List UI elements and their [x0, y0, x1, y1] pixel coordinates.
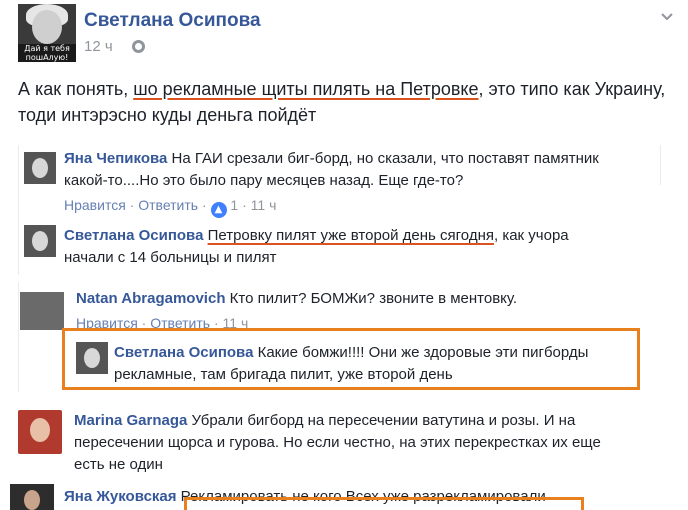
comment: Светлана Осипова Петровку пилят уже втор…: [64, 225, 604, 269]
comment-author[interactable]: Marina Garnaga: [74, 412, 187, 429]
thread-divider: [18, 145, 19, 275]
comment-author[interactable]: Светлана Осипова: [114, 344, 253, 361]
avatar-caption: Дай я тебя пошАлую!: [18, 44, 76, 62]
avatar[interactable]: [24, 225, 56, 257]
separator: ·: [238, 197, 251, 213]
comment: Natan Abragamovich Кто пилит? БОМЖи? зво…: [76, 288, 636, 310]
post-text: А как понять, шо рекламные щиты пилять н…: [18, 76, 678, 128]
comment-text: Кто пилит? БОМЖи? звоните в ментовку.: [225, 290, 518, 307]
globe-icon: [132, 40, 145, 53]
post-header: Дай я тебя пошАлую! Светлана Осипова 12 …: [0, 0, 688, 70]
post-text-before: А как понять,: [18, 79, 134, 99]
thread-divider: [18, 282, 19, 392]
post-timestamp[interactable]: 12 ч: [84, 38, 113, 55]
thumbs-up-icon[interactable]: ▲: [210, 202, 227, 218]
comment-author[interactable]: Яна Жуковская: [64, 488, 177, 505]
avatar-face: [84, 348, 100, 368]
comment-time[interactable]: 11 ч: [251, 197, 277, 213]
comment-author[interactable]: Natan Abragamovich: [76, 290, 225, 307]
avatar-face: [32, 158, 48, 178]
highlight-box: [184, 497, 584, 510]
avatar[interactable]: Дай я тебя пошАлую!: [18, 4, 76, 62]
avatar-face: [30, 418, 50, 442]
post-text-underlined: шо рекламные щиты пилять на Петровке: [133, 79, 479, 99]
avatar-face: [32, 231, 48, 251]
comment-author[interactable]: Яна Чепикова: [64, 150, 167, 167]
chevron-down-icon[interactable]: [660, 10, 674, 24]
comment: Яна Чепикова На ГАИ срезали биг-борд, но…: [64, 148, 604, 192]
comment-text-underlined: Петровку пилят уже второй день сягодня: [207, 227, 494, 244]
comment-actions: Нравится · Ответить · ▲ 1 · 11 ч: [64, 197, 276, 218]
avatar[interactable]: [10, 484, 54, 510]
avatar[interactable]: [76, 342, 108, 374]
separator: ·: [125, 197, 139, 213]
avatar[interactable]: [24, 152, 56, 184]
post-author[interactable]: Светлана Осипова: [84, 10, 261, 32]
reply-link[interactable]: Ответить: [138, 197, 198, 213]
separator: ·: [198, 197, 211, 213]
avatar[interactable]: [20, 292, 64, 330]
avatar-face: [24, 490, 40, 510]
avatar-face: [32, 10, 62, 44]
avatar[interactable]: [18, 410, 62, 454]
comment: Светлана Осипова Какие бомжи!!!! Они же …: [114, 342, 626, 386]
comment-author[interactable]: Светлана Осипова: [64, 227, 203, 244]
like-link[interactable]: Нравится: [64, 197, 126, 213]
thread-divider: [660, 145, 661, 185]
comment: Marina Garnaga Убрали бигборд на пересеч…: [74, 410, 634, 476]
